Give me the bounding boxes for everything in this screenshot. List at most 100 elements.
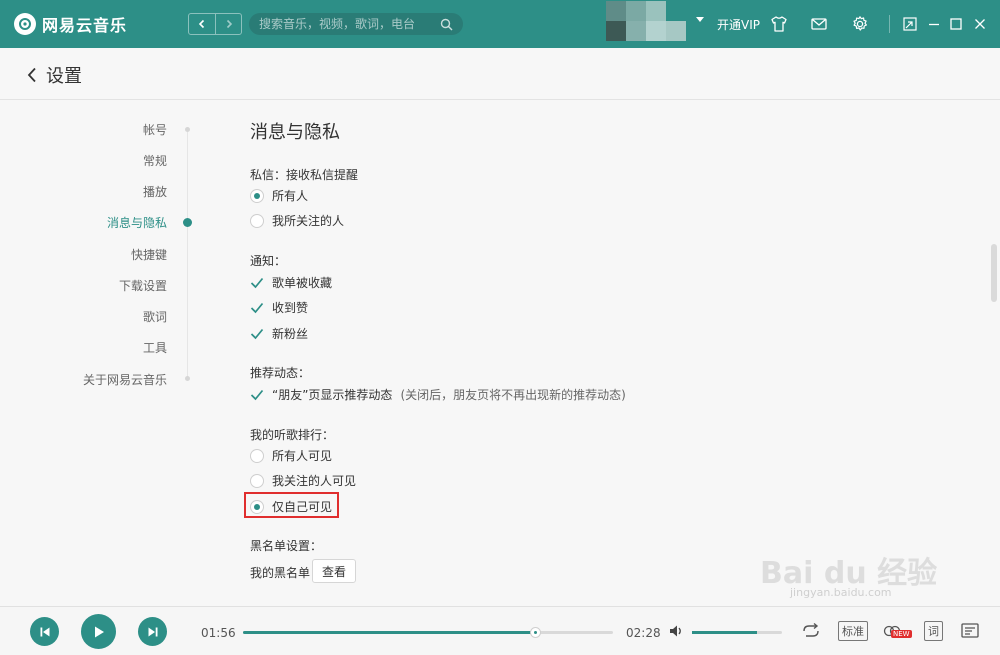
recommend-label: 推荐动态： (250, 366, 311, 380)
maximize-button[interactable] (946, 14, 966, 34)
search-input[interactable] (259, 17, 440, 31)
skin-button[interactable] (769, 14, 789, 34)
desktop-lyrics-button[interactable]: 词 (924, 621, 943, 641)
minimize-icon (929, 23, 939, 26)
dm-option-everyone[interactable]: 所有人 (250, 187, 308, 204)
volume-fill (692, 631, 757, 634)
sidebar-item-account[interactable]: 帐号 (143, 121, 167, 138)
view-blacklist-button[interactable]: 查看 (312, 559, 356, 583)
vip-link[interactable]: 开通VIP (717, 16, 760, 33)
loop-icon (803, 622, 819, 637)
sidebar-track (187, 128, 188, 378)
blacklist-label: 黑名单设置： (250, 539, 323, 553)
highlight-box (244, 492, 339, 518)
scrollbar[interactable] (991, 244, 997, 302)
notify-option-likes[interactable]: 收到赞 (250, 299, 308, 316)
ranking-label: 我的听歌排行： (250, 428, 335, 442)
current-time: 01:56 (201, 626, 236, 640)
sidebar-item-lyrics[interactable]: 歌词 (143, 308, 167, 325)
chevron-right-icon (226, 19, 232, 29)
mini-mode-icon (903, 17, 917, 31)
tshirt-icon (771, 16, 787, 32)
history-nav (188, 13, 242, 35)
chevron-left-icon (27, 67, 36, 83)
radio-selected[interactable] (250, 188, 264, 203)
netease-logo-icon (14, 13, 36, 35)
play-mode-button[interactable] (801, 621, 821, 641)
next-button[interactable] (138, 617, 167, 646)
progress-bar[interactable] (243, 627, 613, 638)
sidebar-active-dot (183, 218, 192, 227)
lyrics-label: 词 (924, 621, 943, 641)
recommend-option[interactable]: “朋友”页显示推荐动态 (关闭后，朋友页将不再出现新的推荐动态) (250, 386, 626, 403)
close-button[interactable] (970, 14, 990, 34)
previous-button[interactable] (30, 617, 59, 646)
volume-icon (670, 625, 681, 637)
section-title: 消息与隐私 (250, 122, 340, 143)
sidebar-item-shortcuts[interactable]: 快捷键 (131, 246, 167, 263)
watermark-url: jingyan.baidu.com (790, 586, 892, 599)
sidebar-item-privacy[interactable]: 消息与隐私 (107, 214, 167, 231)
checkmark-icon[interactable] (250, 327, 264, 341)
radio-unselected[interactable] (250, 473, 264, 488)
checkmark-icon[interactable] (250, 276, 264, 290)
play-icon (94, 626, 104, 637)
caret-down-icon[interactable] (696, 17, 704, 22)
forward-nav-button[interactable] (215, 14, 241, 34)
back-button[interactable]: 设置 (26, 62, 82, 88)
option-label: 所有人可见 (272, 449, 333, 463)
radio-unselected[interactable] (250, 213, 264, 228)
ranking-option-following[interactable]: 我关注的人可见 (250, 472, 356, 489)
chevron-left-icon (198, 19, 205, 29)
mail-icon (811, 18, 827, 30)
notify-option-new-fans[interactable]: 新粉丝 (250, 325, 308, 342)
playlist-icon (961, 623, 979, 638)
progress-knob[interactable] (529, 627, 541, 638)
divider (889, 15, 890, 33)
next-icon (148, 627, 157, 636)
progress-fill (243, 631, 535, 634)
avatar[interactable] (606, 1, 686, 41)
ranking-option-everyone[interactable]: 所有人可见 (250, 447, 332, 464)
minimize-button[interactable] (924, 14, 944, 34)
option-label: 我关注的人可见 (272, 474, 357, 488)
checkmark-icon[interactable] (250, 388, 264, 402)
page-title: 设置 (46, 66, 82, 87)
settings-button[interactable] (850, 14, 870, 34)
option-label: 收到赞 (272, 301, 309, 315)
sidebar-dot (185, 376, 190, 381)
volume-button[interactable] (668, 621, 684, 641)
app-logo[interactable]: 网易云音乐 (14, 12, 127, 36)
option-note: (关闭后，朋友页将不再出现新的推荐动态) (400, 388, 626, 402)
volume-slider[interactable] (692, 631, 782, 634)
play-button[interactable] (81, 614, 116, 649)
message-button[interactable] (809, 14, 829, 34)
checkmark-icon[interactable] (250, 301, 264, 315)
sidebar-item-tools[interactable]: 工具 (143, 339, 167, 356)
gear-icon (853, 16, 867, 31)
notify-label: 通知： (250, 254, 287, 268)
sidebar-item-download[interactable]: 下载设置 (119, 277, 167, 294)
maximize-icon (950, 18, 962, 30)
close-icon (975, 19, 985, 29)
option-label: 新粉丝 (272, 327, 309, 341)
blacklist-text: 我的黑名单 (250, 566, 311, 580)
search-box (249, 13, 463, 35)
quality-button[interactable]: 标准 (838, 621, 868, 641)
radio-unselected[interactable] (250, 448, 264, 463)
search-icon[interactable] (440, 18, 453, 31)
playlist-button[interactable] (960, 621, 980, 641)
quality-label: 标准 (838, 621, 868, 641)
sidebar-dot (185, 127, 190, 132)
dm-option-following[interactable]: 我所关注的人 (250, 212, 344, 229)
back-nav-button[interactable] (189, 14, 215, 34)
player-bar: 01:56 02:28 标准 词 (0, 606, 1000, 655)
notify-option-playlist-collected[interactable]: 歌单被收藏 (250, 274, 332, 291)
sidebar-item-playback[interactable]: 播放 (143, 183, 167, 200)
sidebar-item-general[interactable]: 常规 (143, 152, 167, 169)
option-label: “朋友”页显示推荐动态 (272, 388, 393, 402)
sidebar-item-about[interactable]: 关于网易云音乐 (83, 371, 167, 388)
total-time: 02:28 (626, 626, 661, 640)
mini-mode-button[interactable] (900, 14, 920, 34)
dm-label: 私信：接收私信提醒 (250, 168, 359, 182)
